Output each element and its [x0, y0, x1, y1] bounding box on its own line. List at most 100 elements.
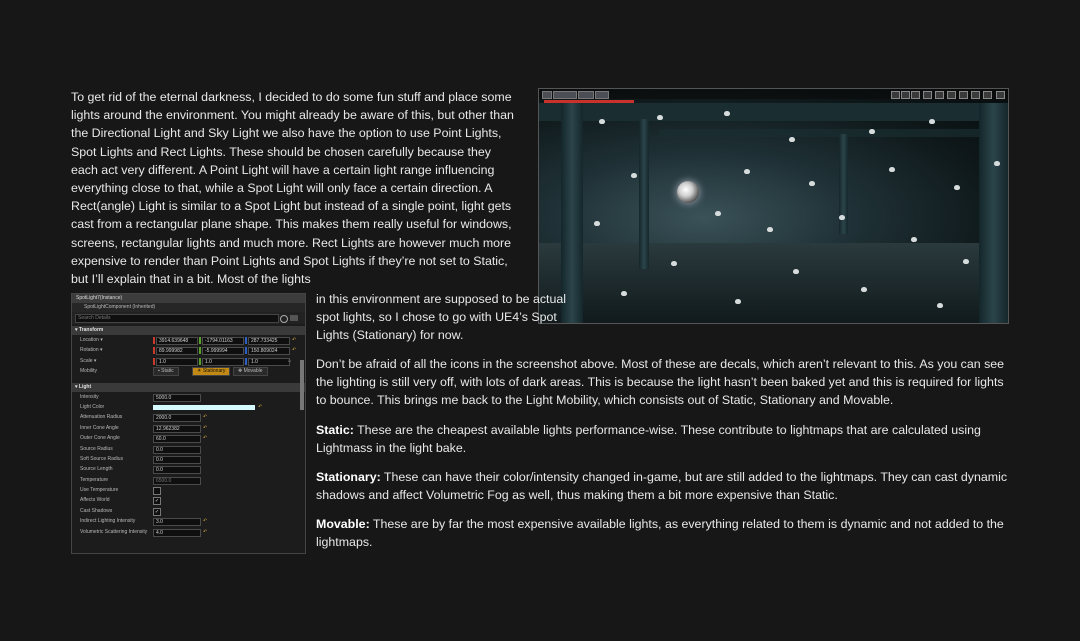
decal-icon: [793, 269, 799, 274]
z-axis-marker: [245, 357, 247, 365]
transform-header: Transform: [78, 327, 104, 333]
indirect-lighting-intensity-label: Indirect Lighting Intensity: [80, 518, 136, 525]
source-length-field[interactable]: 0.0: [153, 466, 201, 475]
camera-speed-icon[interactable]: [983, 91, 992, 99]
reflection-sphere: [677, 181, 699, 203]
movable-text: These are by far the most expensive avai…: [316, 517, 1004, 550]
affects-world-checkbox[interactable]: ✓: [153, 497, 161, 506]
perspective-button[interactable]: [553, 91, 577, 99]
component-item[interactable]: SpotLightComponent (Inherited): [72, 303, 305, 312]
decal-icon: [594, 221, 600, 226]
rotate-icon[interactable]: [901, 91, 910, 99]
decal-icon: [889, 167, 895, 172]
volumetric-scattering-intensity-label: Volumetric Scattering Intensity: [80, 528, 148, 535]
snap-icon[interactable]: [935, 91, 944, 99]
decal-icon: [954, 185, 960, 190]
viewport-menu-button[interactable]: [542, 91, 552, 99]
light-color-swatch[interactable]: [153, 404, 255, 410]
intensity-field[interactable]: 5000.0: [153, 393, 201, 402]
use-temperature-checkbox[interactable]: [153, 487, 161, 496]
soft-source-radius-label: Soft Source Radius: [80, 455, 124, 462]
rotation-y-field[interactable]: -5.999994: [202, 347, 244, 356]
mobility-movable-option[interactable]: ✥ Movable: [233, 367, 268, 377]
mobility-static-option[interactable]: ▪ Static: [153, 367, 179, 377]
source-length-row: Source Length 0.0: [72, 464, 305, 475]
stationary-label: Stationary:: [316, 470, 381, 484]
ceiling-beam: [659, 129, 1008, 137]
maximize-icon[interactable]: [996, 91, 1005, 99]
viewport-screenshot: [538, 88, 1009, 324]
reset-icon[interactable]: ↶: [258, 402, 262, 412]
temperature-row: Temperature 6500.0: [72, 475, 305, 485]
view-options-icon[interactable]: [290, 315, 298, 321]
reset-icon[interactable]: ↶: [203, 433, 207, 443]
grid-icon[interactable]: [947, 91, 956, 99]
reset-icon[interactable]: ↶: [292, 345, 296, 355]
outer-cone-angle-field[interactable]: 60.0: [153, 435, 201, 444]
reset-icon[interactable]: ↶: [203, 423, 207, 433]
lit-button[interactable]: [578, 91, 594, 99]
inner-cone-angle-label: Inner Cone Angle: [80, 424, 119, 431]
attenuation-radius-field[interactable]: 2000.0: [153, 414, 201, 423]
details-panel: SpotLight7(Instance) SpotLightComponent …: [71, 293, 306, 554]
mobility-stationary-option[interactable]: ☀ Stationary: [192, 367, 231, 377]
static-text: These are the cheapest available lights …: [316, 423, 981, 456]
attenuation-radius-row: Attenuation Radius 2000.0 ↶: [72, 412, 305, 423]
rotation-z-field[interactable]: 150.809024: [248, 347, 290, 356]
x-axis-marker: [153, 337, 155, 344]
affects-world-row: Affects World ✓: [72, 495, 305, 506]
volumetric-scattering-intensity-field[interactable]: 4.0: [153, 528, 201, 537]
static-label: Static:: [316, 423, 354, 437]
cast-shadows-row: Cast Shadows ✓: [72, 506, 305, 516]
search-icon[interactable]: [280, 315, 288, 323]
details-title: SpotLight7(Instance): [72, 294, 305, 303]
scale-y-field[interactable]: 1.0: [202, 357, 244, 366]
search-details-input[interactable]: Search Details: [75, 314, 279, 323]
cast-shadows-checkbox[interactable]: ✓: [153, 507, 161, 516]
scale-z-field[interactable]: 1.0: [248, 357, 290, 366]
translate-icon[interactable]: [891, 91, 900, 99]
rotation-x-field[interactable]: 89.999982: [156, 347, 198, 356]
intensity-row: Intensity 5000.0: [72, 392, 305, 402]
use-temperature-row: Use Temperature: [72, 485, 305, 496]
reset-icon[interactable]: ↶: [203, 527, 207, 537]
mobility-label: Mobility: [80, 368, 97, 375]
lighting-warning-text: [544, 100, 634, 103]
angle-snap-icon[interactable]: [959, 91, 968, 99]
indirect-lighting-intensity-row: Indirect Lighting Intensity 3.0 ↶: [72, 516, 305, 527]
decal-icon: [861, 287, 867, 292]
inner-cone-angle-field[interactable]: 12.962382: [153, 424, 201, 433]
reset-icon[interactable]: ↶: [203, 412, 207, 422]
scale-snap-icon[interactable]: [971, 91, 980, 99]
location-z-field[interactable]: 287.733425: [248, 337, 290, 345]
mobility-movable-label: Movable: [243, 368, 263, 375]
indirect-lighting-intensity-field[interactable]: 3.0: [153, 518, 201, 527]
transform-category[interactable]: ▾ Transform: [72, 326, 305, 335]
show-button[interactable]: [595, 91, 609, 99]
volumetric-scattering-intensity-row: Volumetric Scattering Intensity 4.0 ↶: [72, 527, 305, 537]
reset-icon[interactable]: ↶: [203, 516, 207, 526]
location-x-field[interactable]: 3914.639648: [156, 337, 198, 345]
details-scrollbar[interactable]: [300, 360, 304, 410]
y-axis-marker: [199, 337, 201, 344]
outer-cone-angle-row: Outer Cone Angle 60.0 ↶: [72, 433, 305, 444]
world-icon[interactable]: [923, 91, 932, 99]
light-color-label: Light Color: [80, 403, 105, 410]
source-radius-field[interactable]: 0.0: [153, 445, 201, 454]
temperature-field[interactable]: 6500.0: [153, 476, 201, 485]
decal-icon: [911, 237, 917, 242]
decal-icon: [963, 259, 969, 264]
location-y-field[interactable]: -1794.01163: [202, 337, 244, 345]
light-category[interactable]: ▾ Light: [72, 382, 305, 392]
y-axis-marker: [199, 357, 201, 365]
decal-icon: [621, 291, 627, 296]
intensity-label: Intensity: [80, 393, 99, 400]
lock-icon[interactable]: ⌂: [288, 356, 291, 366]
reset-icon[interactable]: ↶: [292, 335, 296, 345]
scale-x-field[interactable]: 1.0: [156, 357, 198, 366]
cast-shadows-label: Cast Shadows: [80, 507, 113, 514]
location-label: Location ▾: [80, 337, 103, 343]
soft-source-radius-field[interactable]: 0.0: [153, 455, 201, 464]
scale-icon[interactable]: [911, 91, 920, 99]
icons-paragraph: Don’t be afraid of all the icons in the …: [316, 357, 1005, 408]
